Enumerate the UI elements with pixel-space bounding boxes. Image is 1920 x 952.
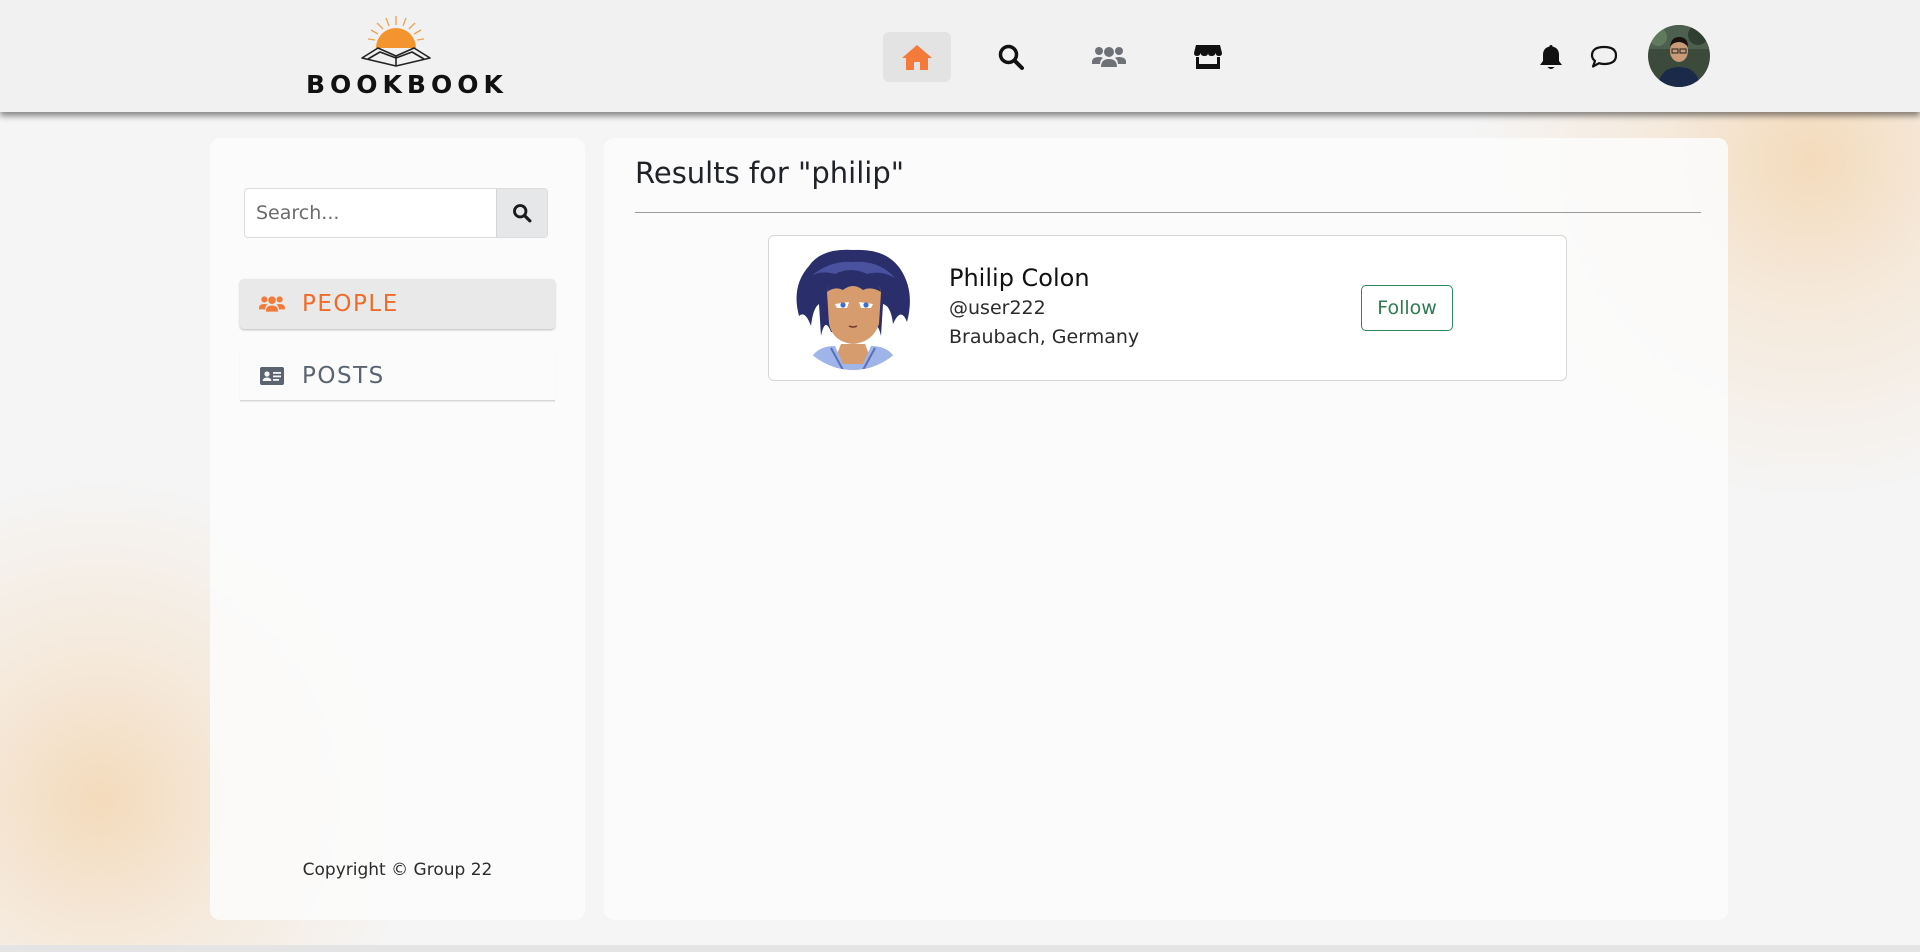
title-divider xyxy=(635,212,1701,213)
id-card-icon xyxy=(258,364,286,388)
user-result-card: Philip Colon @user222 Braubach, Germany … xyxy=(768,235,1567,381)
filter-people[interactable]: PEOPLE xyxy=(240,279,555,329)
profile-avatar[interactable] xyxy=(1648,25,1710,87)
search-icon xyxy=(998,44,1024,70)
bookbook-logo[interactable]: BOOKBOOK xyxy=(298,12,503,100)
nav-search-button[interactable] xyxy=(977,32,1045,82)
users-icon xyxy=(1092,47,1126,67)
user-handle: @user222 xyxy=(949,297,1046,319)
search-submit-button[interactable] xyxy=(496,189,547,237)
nav-home-button[interactable] xyxy=(883,32,951,82)
user-name-link[interactable]: Philip Colon xyxy=(949,264,1090,292)
chat-bubble-icon xyxy=(1590,45,1618,68)
filter-people-label: PEOPLE xyxy=(302,291,399,317)
top-navbar: BOOKBOOK xyxy=(0,0,1920,112)
nav-groups-button[interactable] xyxy=(1075,32,1143,82)
search-icon xyxy=(513,204,532,223)
logo-text: BOOKBOOK xyxy=(306,70,508,99)
follow-button[interactable]: Follow xyxy=(1361,285,1453,331)
filter-posts[interactable]: POSTS xyxy=(240,351,555,401)
anime-avatar-image xyxy=(791,246,915,370)
user-photo xyxy=(1648,25,1710,87)
user-location: Braubach, Germany xyxy=(949,326,1140,348)
nav-marketplace-button[interactable] xyxy=(1174,32,1242,82)
messages-button[interactable] xyxy=(1588,42,1620,72)
filter-posts-label: POSTS xyxy=(302,363,385,389)
results-panel: Results for "philip" Philip Colon @user2… xyxy=(604,138,1728,920)
people-icon xyxy=(258,292,286,316)
search-input[interactable] xyxy=(245,189,499,237)
bottom-scroll-area xyxy=(0,945,1920,952)
search-bar xyxy=(244,188,548,238)
search-sidebar: PEOPLE POSTS Copyright © Group 22 xyxy=(210,138,585,920)
notifications-button[interactable] xyxy=(1536,42,1566,72)
sunrise-book-icon xyxy=(361,16,431,67)
page-title: Results for "philip" xyxy=(635,156,905,190)
user-avatar[interactable] xyxy=(791,246,915,370)
home-icon xyxy=(902,45,932,70)
store-icon xyxy=(1194,45,1222,69)
bell-icon xyxy=(1540,45,1562,69)
copyright-text: Copyright © Group 22 xyxy=(302,860,493,880)
